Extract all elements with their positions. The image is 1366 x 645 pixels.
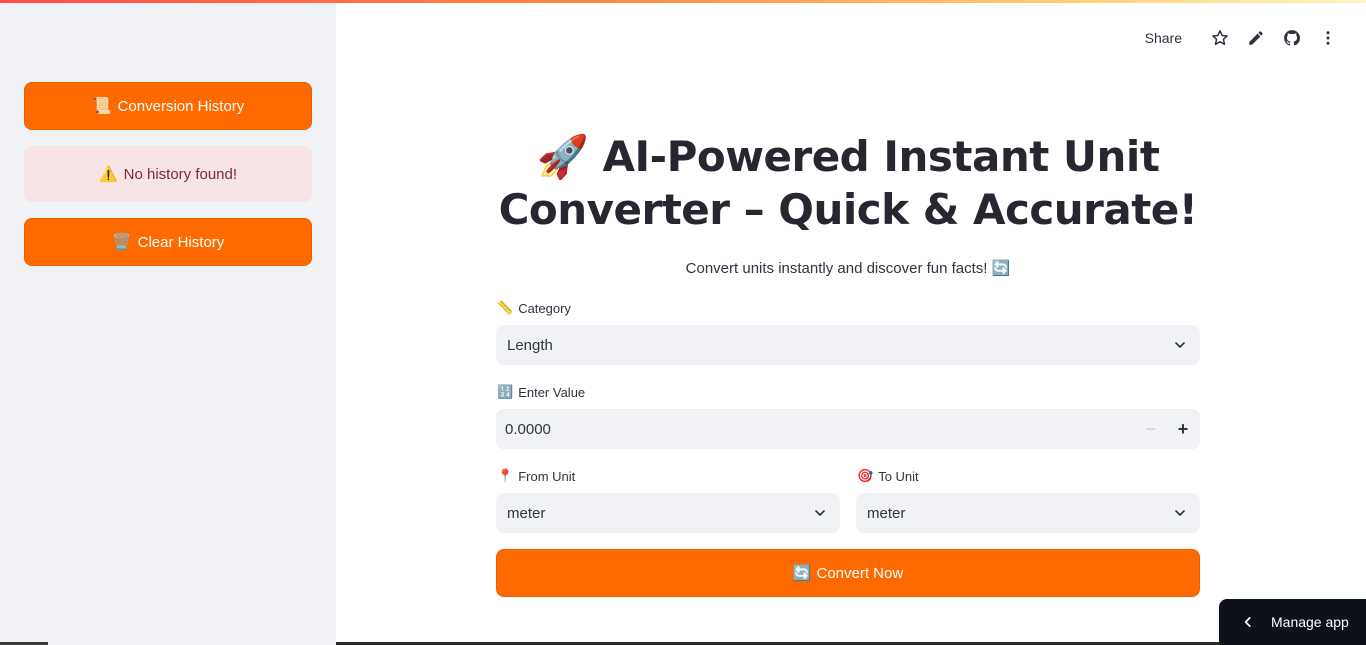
star-icon[interactable]	[1202, 24, 1238, 52]
more-vertical-icon[interactable]	[1310, 24, 1346, 52]
page-subtitle: Convert units instantly and discover fun…	[685, 260, 1011, 277]
convert-now-button[interactable]: 🔄 Convert Now	[496, 549, 1200, 597]
value-number-input: − +	[496, 409, 1200, 449]
no-history-text: No history found!	[123, 165, 238, 183]
clear-history-label: Clear History	[137, 233, 225, 251]
warning-icon: ⚠️	[98, 166, 118, 183]
refresh-icon: 🔄	[792, 565, 812, 582]
trash-icon: 🗑️	[111, 234, 132, 251]
chevron-down-icon	[1175, 342, 1185, 348]
category-value: Length	[507, 336, 553, 354]
increment-button[interactable]: +	[1167, 410, 1199, 448]
share-button[interactable]: Share	[1145, 30, 1182, 46]
enter-value-label-text: Enter Value	[518, 384, 586, 400]
to-unit-select[interactable]: meter	[856, 493, 1200, 533]
app-toolbar: Share	[1145, 24, 1346, 52]
top-decoration-bar	[0, 0, 1366, 3]
rocket-icon: 🚀	[536, 132, 589, 181]
page-title-text: AI-Powered Instant Unit Converter – Quic…	[498, 132, 1198, 234]
clear-history-button[interactable]: 🗑️ Clear History	[24, 218, 312, 266]
convert-now-label: Convert Now	[816, 564, 904, 582]
category-label: 📏 Category	[497, 300, 571, 316]
to-unit-value: meter	[867, 504, 906, 522]
decrement-button[interactable]: −	[1135, 410, 1167, 448]
target-icon: 🎯	[857, 468, 874, 483]
numbers-icon: 🔢	[497, 384, 514, 399]
from-unit-label: 📍 From Unit	[497, 468, 575, 484]
enter-value-label: 🔢 Enter Value	[497, 384, 585, 400]
to-unit-label-text: To Unit	[878, 468, 919, 484]
conversion-history-label: Conversion History	[117, 97, 245, 115]
edit-icon[interactable]	[1238, 24, 1274, 52]
conversion-history-button[interactable]: 📜 Conversion History	[24, 82, 312, 130]
chevron-left-icon	[1244, 617, 1251, 627]
chevron-down-icon	[1175, 510, 1185, 516]
manage-app-button[interactable]: Manage app	[1219, 599, 1366, 645]
no-history-alert: ⚠️ No history found!	[24, 146, 312, 202]
manage-app-label: Manage app	[1271, 614, 1349, 630]
to-unit-label: 🎯 To Unit	[857, 468, 919, 484]
value-input[interactable]	[497, 420, 1117, 438]
from-unit-label-text: From Unit	[518, 468, 576, 484]
page-title: 🚀 AI-Powered Instant Unit Converter – Qu…	[496, 130, 1200, 236]
category-select[interactable]: Length	[496, 325, 1200, 365]
from-unit-select[interactable]: meter	[496, 493, 840, 533]
from-unit-value: meter	[507, 504, 546, 522]
ruler-icon: 📏	[497, 300, 514, 315]
sidebar: 📜 Conversion History ⚠️ No history found…	[0, 0, 336, 645]
pin-icon: 📍	[497, 468, 514, 483]
github-icon[interactable]	[1274, 24, 1310, 52]
category-label-text: Category	[518, 300, 571, 316]
chevron-down-icon	[815, 510, 825, 516]
scroll-icon: 📜	[91, 98, 112, 115]
